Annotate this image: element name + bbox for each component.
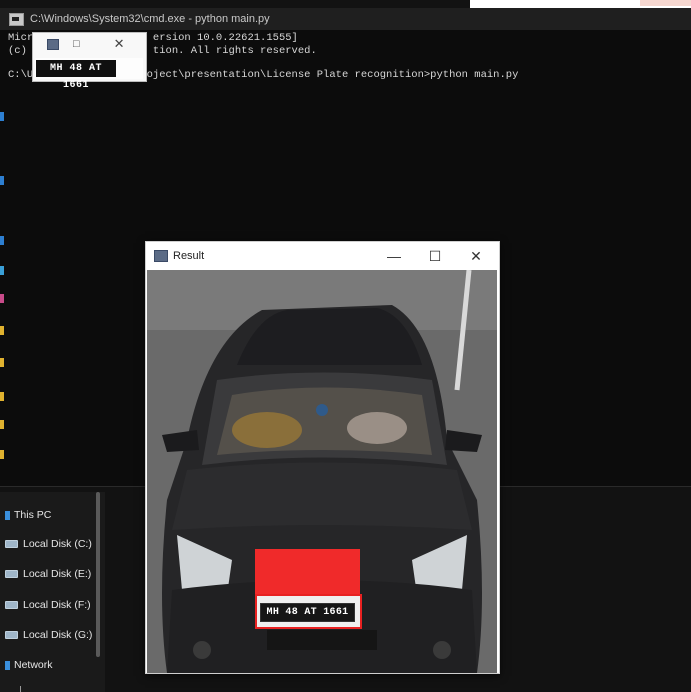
nav-item-network[interactable]: Network	[5, 659, 53, 671]
nav-item-local-disk-f[interactable]: Local Disk (F:)	[5, 599, 91, 611]
plate-crop-window[interactable]: □ ✕ MH 48 AT 1661	[32, 32, 147, 91]
edge-indicator	[0, 450, 4, 459]
edge-indicator	[0, 420, 4, 429]
nav-item-label: Local Disk (C:)	[23, 538, 92, 550]
drive-icon	[5, 631, 18, 639]
nav-item-local-disk-e[interactable]: Local Disk (E:)	[5, 568, 91, 580]
explorer-nav-pane[interactable]: This PC Local Disk (C:) Local Disk (E:) …	[0, 492, 105, 692]
nav-item-label: Local Disk (E:)	[23, 568, 92, 580]
edge-indicator	[0, 266, 4, 275]
result-titlebar[interactable]: Result — ☐ ✕	[146, 242, 499, 270]
edge-indicator	[0, 392, 4, 401]
nav-item-this-pc[interactable]: This PC	[5, 509, 51, 521]
drive-icon	[5, 570, 18, 578]
maximize-button[interactable]: ☐	[422, 246, 448, 266]
minimize-button[interactable]: □	[73, 38, 80, 50]
minimize-button[interactable]: —	[381, 246, 407, 266]
nav-item-label: This PC	[14, 509, 52, 521]
plate-crop-titlebar[interactable]: □ ✕	[33, 33, 146, 55]
plate-crop-text: MH 48 AT 1661	[36, 60, 116, 91]
nav-divider	[20, 686, 21, 692]
edge-indicator	[0, 176, 4, 185]
nav-item-local-disk-g[interactable]: Local Disk (G:)	[5, 629, 92, 641]
edge-indicator	[0, 112, 4, 121]
result-title: Result	[173, 250, 205, 262]
plate-detection-box: MH 48 AT 1661	[255, 549, 362, 629]
app-icon	[47, 38, 59, 50]
network-icon	[5, 660, 10, 670]
terminal-icon	[9, 12, 24, 26]
cmd-titlebar[interactable]: C:\Windows\System32\cmd.exe - python mai…	[0, 8, 691, 30]
close-button[interactable]: ✕	[114, 36, 125, 52]
edge-indicator	[0, 236, 4, 245]
license-plate-text: MH 48 AT 1661	[260, 603, 355, 622]
detection-frame: MH 48 AT 1661	[255, 594, 362, 629]
cmd-title: C:\Windows\System32\cmd.exe - python mai…	[30, 13, 270, 25]
drive-icon	[5, 540, 18, 548]
edge-indicator	[0, 294, 4, 303]
nav-item-local-disk-c[interactable]: Local Disk (C:)	[5, 538, 92, 550]
app-icon	[154, 250, 168, 262]
edge-indicator	[0, 358, 4, 367]
nav-scrollbar[interactable]	[96, 492, 100, 657]
drive-icon	[5, 601, 18, 609]
desktop: C:\Windows\System32\cmd.exe - python mai…	[0, 0, 691, 692]
detection-fill	[255, 549, 360, 595]
nav-item-label: Local Disk (G:)	[23, 629, 93, 641]
nav-item-label: Network	[14, 659, 53, 671]
edge-indicator	[0, 326, 4, 335]
pc-icon	[5, 510, 10, 520]
close-button[interactable]: ✕	[463, 246, 489, 266]
nav-item-label: Local Disk (F:)	[23, 599, 91, 611]
page-edge-decoration	[640, 0, 691, 6]
